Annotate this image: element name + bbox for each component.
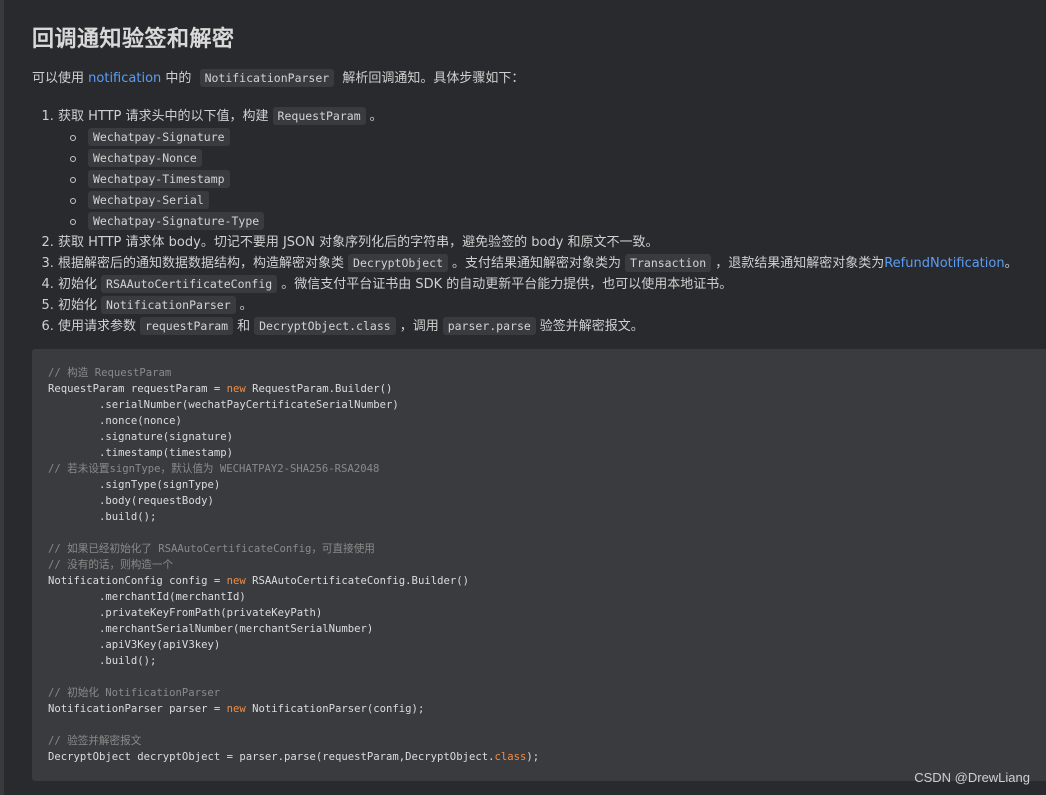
header-item: Wechatpay-Serial [70,190,1046,211]
code-content: // 构造 RequestParam RequestParam requestP… [32,349,1046,765]
step-text: 验签并解密报文。 [539,319,644,334]
code-line: .serialNumber(wechatPayCertificateSerial… [48,399,399,411]
step-item-4: 初始化RSAAutoCertificateConfig。微信支付平台证书由 SD… [58,274,1046,295]
step-text: 获取 HTTP 请求体 body。切记不要用 JSON 对象序列化后的字符串，避… [58,235,659,250]
code-block[interactable]: // 构造 RequestParam RequestParam requestP… [32,349,1046,781]
code-line: .merchantSerialNumber(merchantSerialNumb… [48,623,374,635]
code-comment: // 构造 RequestParam [48,367,172,379]
notification-link[interactable]: notification [88,71,161,86]
code-line: .privateKeyFromPath(privateKeyPath) [48,607,323,619]
inline-code: Wechatpay-Serial [88,191,209,209]
article-content: 回调通知验签和解密 可以使用 notification 中的 Notificat… [32,0,1046,337]
step-item-5: 初始化NotificationParser。 [58,295,1046,316]
step-text: 。支付结果通知解密对象类为 [452,256,622,271]
step-text: 初始化 [58,277,98,292]
inline-code: Wechatpay-Signature-Type [88,212,265,230]
csdn-watermark: CSDN @DrewLiang [914,770,1030,785]
step-text: 和 [237,319,251,334]
code-comment: // 如果已经初始化了 RSAAutoCertificateConfig，可直接… [48,543,375,555]
code-comment: // 验签并解密报文 [48,735,142,747]
inline-code: NotificationParser [101,296,236,314]
step-text: ，退款结果通知解密对象类为 [715,256,885,271]
step-text: 。 [1004,256,1018,271]
code-line: NotificationParser parser = [48,703,227,715]
step-item-6: 使用请求参数requestParam和DecryptObject.class，调… [58,316,1046,337]
inline-code: requestParam [140,317,234,335]
step-text: 。微信支付平台证书由 SDK 的自动更新平台能力提供，也可以使用本地证书。 [281,277,733,292]
inline-code-notification-parser: NotificationParser [199,69,335,87]
header-item: Wechatpay-Nonce [70,148,1046,169]
intro-prefix: 可以使用 [32,71,85,86]
code-line: ); [526,751,540,763]
header-list: Wechatpay-Signature Wechatpay-Nonce Wech… [58,127,1046,232]
intro-paragraph: 可以使用 notification 中的 NotificationParser … [32,68,1046,89]
code-line: .body(requestBody) [48,495,214,507]
code-line: .build(); [48,511,157,523]
code-line: .merchantId(merchantId) [48,591,246,603]
refund-notification-link[interactable]: RefundNotification [884,256,1004,271]
header-item: Wechatpay-Signature [70,127,1046,148]
code-line: .timestamp(timestamp) [48,447,233,459]
code-keyword: new [226,575,246,587]
code-line: NotificationConfig config = [48,575,227,587]
code-line: .apiV3Key(apiV3key) [48,639,221,651]
step-text: 。 [369,109,383,124]
inline-code: Wechatpay-Signature [88,128,230,146]
inline-code: RSAAutoCertificateConfig [101,275,278,293]
header-item: Wechatpay-Timestamp [70,169,1046,190]
code-comment: // 初始化 NotificationParser [48,687,221,699]
left-border [0,0,4,795]
step-item-2: 获取 HTTP 请求体 body。切记不要用 JSON 对象序列化后的字符串，避… [58,232,1046,253]
code-keyword: new [226,383,246,395]
inline-code: DecryptObject.class [254,317,396,335]
code-line: RequestParam.Builder() [245,383,393,395]
code-line: RequestParam requestParam = [48,383,227,395]
code-keyword: new [226,703,246,715]
inline-code: Wechatpay-Nonce [88,149,202,167]
code-keyword: class [494,751,527,763]
inline-code: Wechatpay-Timestamp [88,170,230,188]
code-comment: // 若未设置signType，默认值为 WECHATPAY2-SHA256-R… [48,463,380,475]
code-line: .signature(signature) [48,431,233,443]
code-line: .nonce(nonce) [48,415,182,427]
step-text: 初始化 [58,298,98,313]
code-line: .build(); [48,655,157,667]
code-line: .signType(signType) [48,479,221,491]
steps-list: 获取 HTTP 请求头中的以下值，构建RequestParam。 Wechatp… [32,106,1046,337]
step-text: 根据解密后的通知数据数据结构，构造解密对象类 [58,256,345,271]
section-title: 回调通知验签和解密 [32,27,235,52]
code-line: DecryptObject decryptObject = parser.par… [48,751,495,763]
header-item: Wechatpay-Signature-Type [70,211,1046,232]
intro-suffix: 解析回调通知。具体步骤如下： [342,71,525,86]
step-text: 使用请求参数 [58,319,137,334]
step-item-1: 获取 HTTP 请求头中的以下值，构建RequestParam。 Wechatp… [58,106,1046,232]
inline-code: DecryptObject [348,254,449,272]
article-page: 回调通知验签和解密 可以使用 notification 中的 Notificat… [0,0,1046,795]
step-item-3: 根据解密后的通知数据数据结构，构造解密对象类DecryptObject。支付结果… [58,253,1046,274]
code-line: RSAAutoCertificateConfig.Builder() [245,575,469,587]
inline-code: RequestParam [272,107,366,125]
step-text: ，调用 [399,319,439,334]
step-text: 获取 HTTP 请求头中的以下值，构建 [58,109,269,124]
inline-code: Transaction [625,254,712,272]
code-comment: // 没有的话，则构造一个 [48,559,174,571]
step-text: 。 [239,298,253,313]
code-line: NotificationParser(config); [245,703,425,715]
inline-code: parser.parse [442,317,536,335]
intro-middle: 中的 [165,71,192,86]
